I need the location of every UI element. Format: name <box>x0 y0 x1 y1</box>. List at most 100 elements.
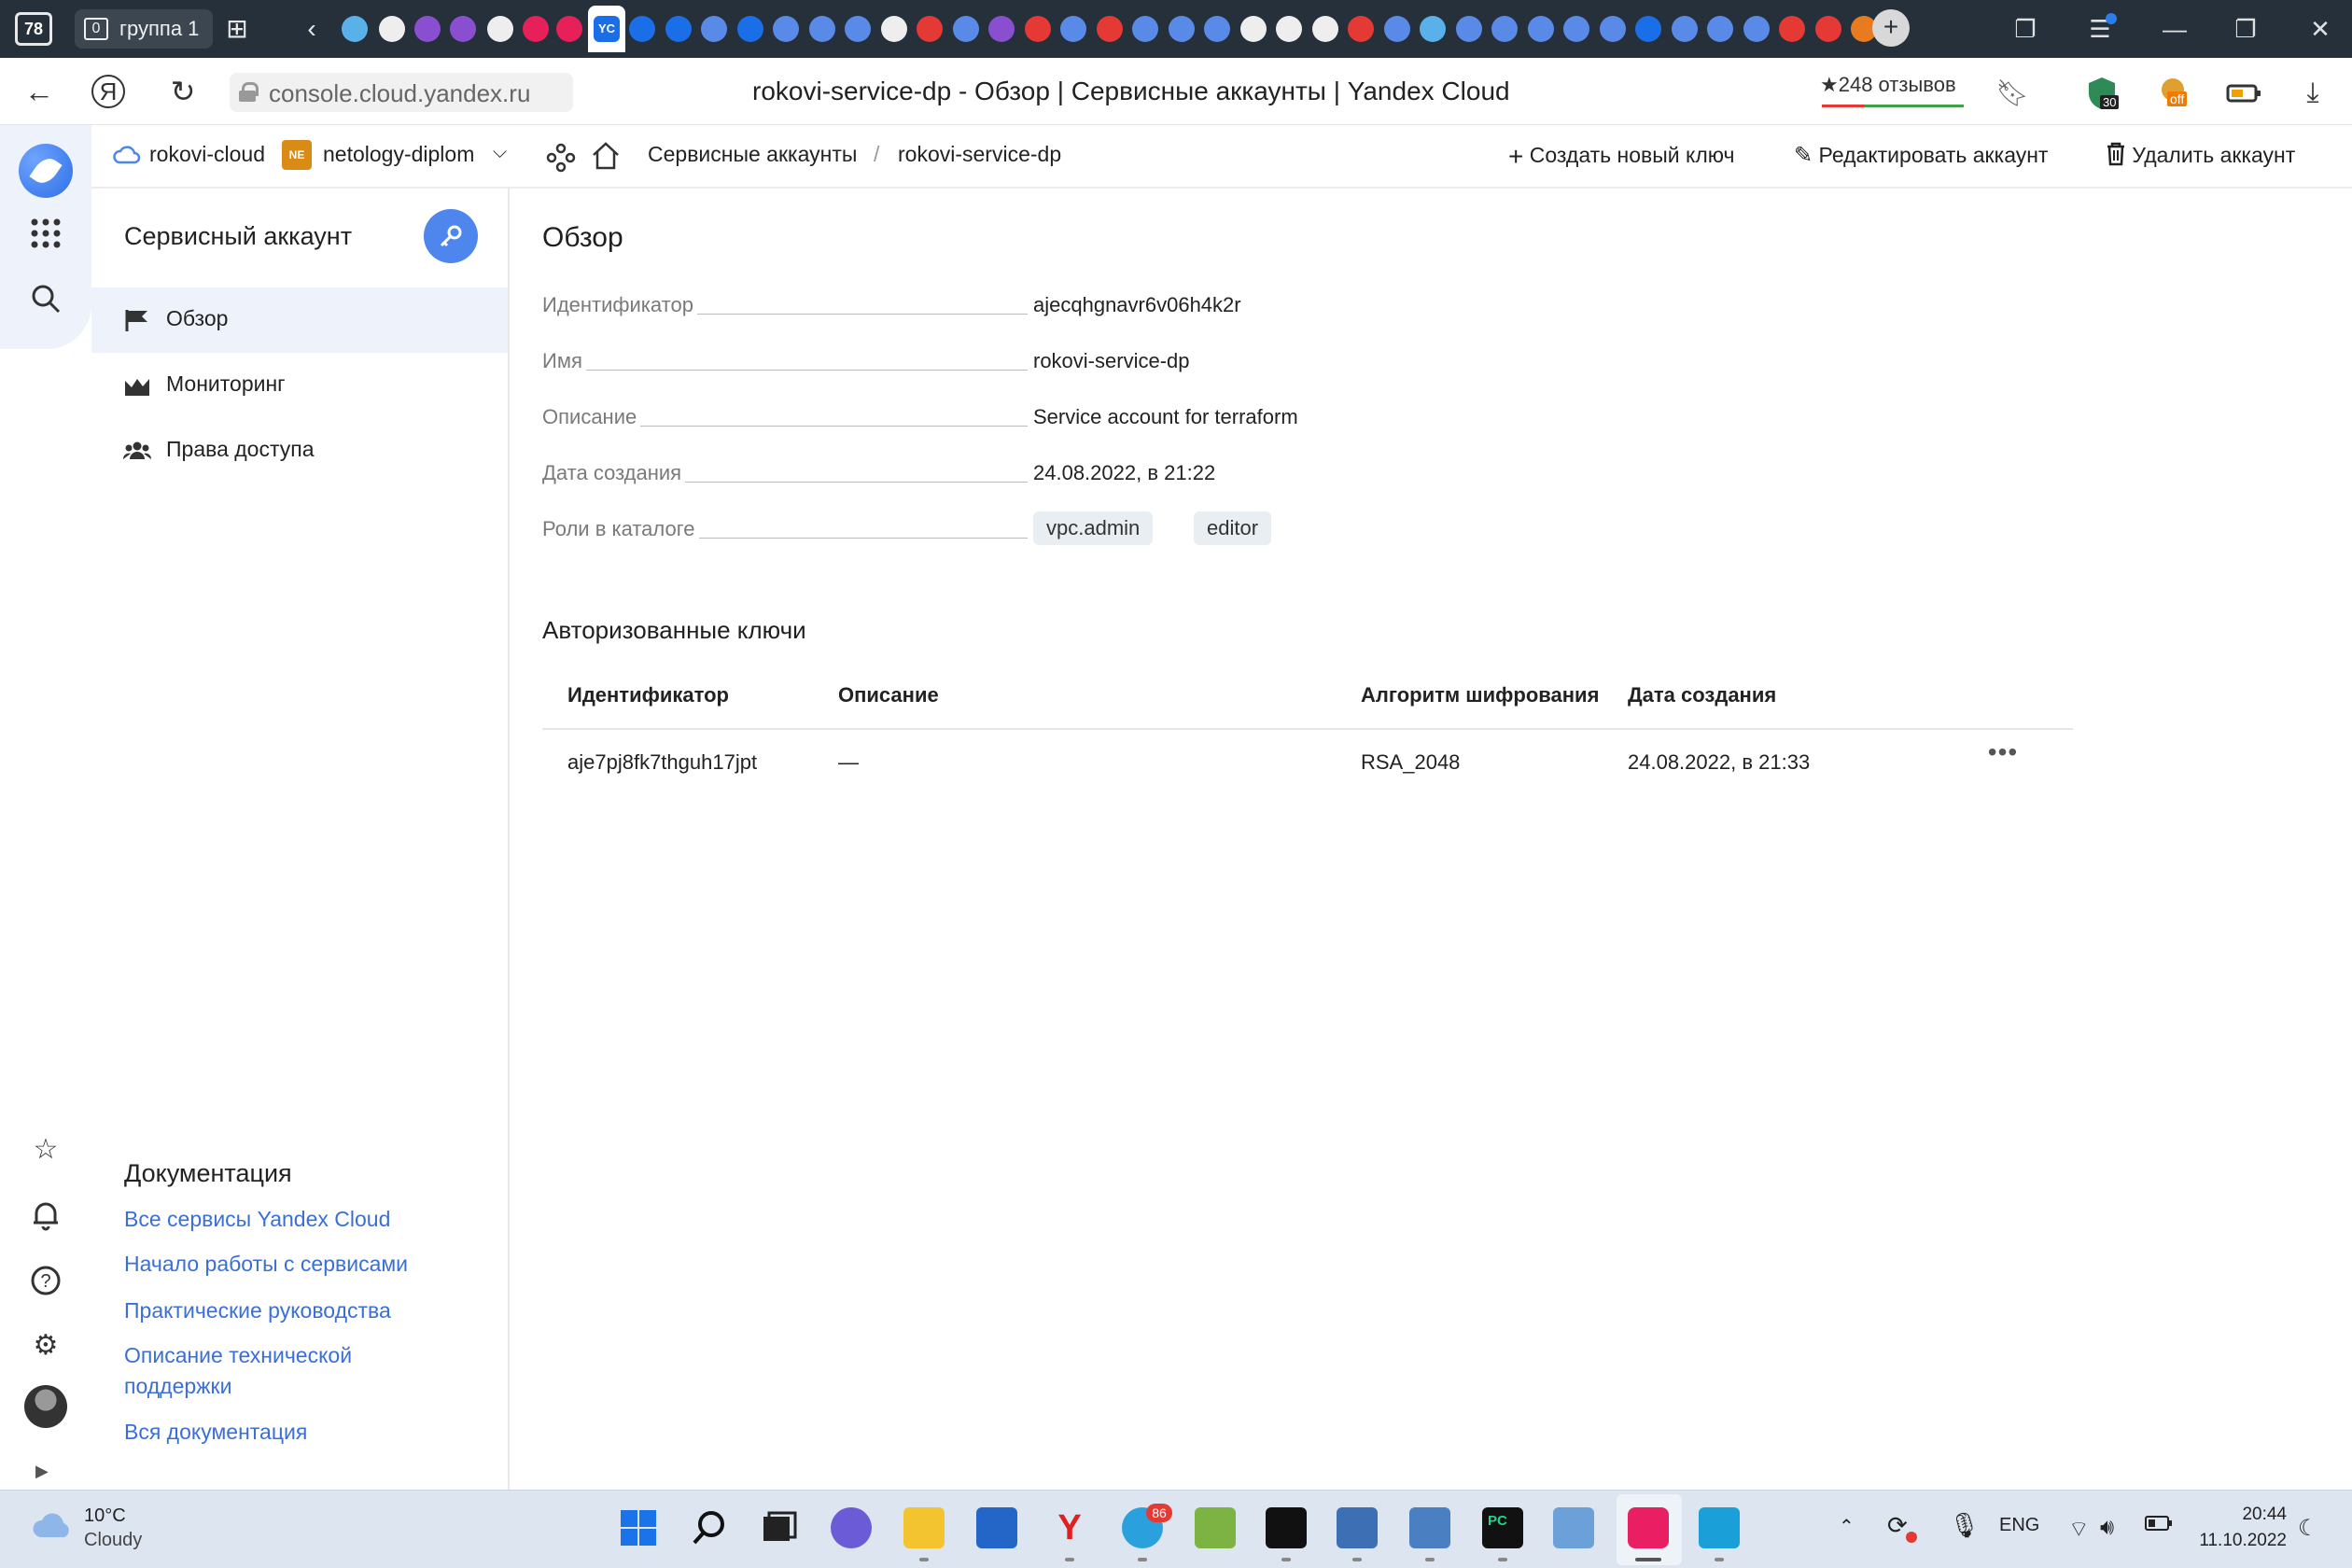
adblock-extension-icon[interactable]: 30 <box>2083 75 2121 112</box>
yandex-browser-icon[interactable]: Y <box>1049 1507 1090 1548</box>
tab-favicon-icon[interactable] <box>1671 16 1698 42</box>
browser-menu-icon[interactable]: ☰ <box>2072 9 2128 49</box>
active-tab[interactable]: YC <box>588 6 625 52</box>
download-icon[interactable]: ⤓ <box>2294 75 2331 112</box>
restore-icon[interactable]: ❐ <box>2218 9 2274 49</box>
tab-favicon-icon[interactable] <box>1563 16 1589 42</box>
chat-icon[interactable] <box>831 1507 872 1548</box>
user-avatar[interactable] <box>24 1385 67 1428</box>
virtualbox-icon[interactable] <box>1337 1507 1378 1548</box>
folder-selector[interactable]: netology-diplom <box>323 142 474 167</box>
scroll-tabs-left-icon[interactable]: ‹ <box>293 11 330 47</box>
pycharm-icon[interactable]: PC <box>1482 1507 1523 1548</box>
tab-favicon-icon[interactable] <box>450 16 476 42</box>
tab-favicon-icon[interactable] <box>808 16 835 42</box>
tab-favicon-icon[interactable] <box>917 16 943 42</box>
task-view-icon[interactable] <box>758 1507 799 1548</box>
favorites-star-icon[interactable]: ☆ <box>27 1131 64 1169</box>
reload-icon[interactable]: ↻ <box>162 71 203 112</box>
back-arrow-icon[interactable]: ← <box>19 71 60 112</box>
doc-link-tutorials[interactable]: Практические руководства <box>124 1295 423 1326</box>
reviews-button[interactable]: ★248 отзывов <box>1820 73 1964 107</box>
tab-favicon-icon[interactable] <box>523 16 549 42</box>
tab-favicon-icon[interactable] <box>665 16 692 42</box>
tab-favicon-icon[interactable] <box>845 16 871 42</box>
tab-favicon-icon[interactable] <box>1311 16 1338 42</box>
tab-favicon-icon[interactable] <box>1060 16 1086 42</box>
tab-favicon-icon[interactable] <box>1527 16 1554 42</box>
tab-favicon-icon[interactable] <box>342 16 368 42</box>
proxy-extension-icon[interactable]: off <box>2156 75 2193 112</box>
sidenav-item-access[interactable]: Права доступа <box>91 418 508 483</box>
breadcrumb-service-accounts[interactable]: Сервисные аккаунты <box>648 142 857 167</box>
new-tab-plus-icon[interactable]: + <box>1872 9 1910 47</box>
doc-link-all-services[interactable]: Все сервисы Yandex Cloud <box>124 1204 423 1235</box>
windows-start-icon[interactable] <box>618 1507 659 1548</box>
row-more-actions-icon[interactable]: ••• <box>1984 739 2022 771</box>
minimize-icon[interactable]: — <box>2147 9 2203 49</box>
tab-favicon-icon[interactable] <box>1132 16 1158 42</box>
yandex-logo-icon[interactable]: Я <box>91 75 125 108</box>
tab-favicon-icon[interactable] <box>1204 16 1230 42</box>
create-key-button[interactable]: + Создать новый ключ <box>1508 142 1735 172</box>
delete-account-button[interactable]: Удалить аккаунт <box>2106 142 2295 168</box>
tab-favicon-icon[interactable] <box>1814 16 1841 42</box>
file-explorer-icon[interactable] <box>903 1507 945 1548</box>
tab-favicon-icon[interactable] <box>773 16 799 42</box>
tab-favicon-icon[interactable] <box>1455 16 1482 42</box>
remote-desktop-icon[interactable] <box>1409 1507 1450 1548</box>
taskbar-search-icon[interactable] <box>689 1507 730 1548</box>
tab-count-button[interactable]: 78 <box>15 12 52 46</box>
tab-favicon-icon[interactable] <box>1491 16 1518 42</box>
tab-favicon-icon[interactable] <box>1276 16 1302 42</box>
wifi-icon[interactable]: ⌔ <box>2068 1515 2090 1543</box>
battery-icon[interactable] <box>2145 1515 2173 1537</box>
doc-link-support[interactable]: Описание технической поддержки <box>124 1340 385 1402</box>
doc-link-all-docs[interactable]: Вся документация <box>124 1417 423 1448</box>
tab-favicon-icon[interactable] <box>629 16 655 42</box>
resource-monitor-icon[interactable] <box>1553 1507 1594 1548</box>
sidenav-item-monitoring[interactable]: Мониторинг <box>91 353 508 418</box>
services-grid-icon[interactable] <box>27 215 64 252</box>
settings-gear-icon[interactable]: ⚙ <box>27 1327 64 1365</box>
tab-favicon-icon[interactable] <box>880 16 907 42</box>
volume-icon[interactable]: 🔊︎ <box>2100 1515 2114 1541</box>
tab-favicon-icon[interactable] <box>487 16 513 42</box>
tab-favicon-icon[interactable] <box>556 16 582 42</box>
tab-favicon-icon[interactable] <box>1348 16 1374 42</box>
bookmark-icon[interactable]: 🔖︎ <box>1994 75 2031 112</box>
sidenav-item-overview[interactable]: Обзор <box>91 287 508 353</box>
battery-extension-icon[interactable] <box>2225 75 2262 112</box>
edit-account-button[interactable]: ✎ Редактировать аккаунт <box>1794 142 2048 169</box>
tab-favicon-icon[interactable] <box>1635 16 1661 42</box>
weather-cloud-icon[interactable] <box>30 1509 77 1543</box>
tab-favicon-icon[interactable] <box>1743 16 1770 42</box>
tab-favicon-icon[interactable] <box>988 16 1015 42</box>
yandex-cloud-logo-icon[interactable] <box>19 144 73 198</box>
tab-favicon-icon[interactable] <box>414 16 441 42</box>
input-language[interactable]: ENG <box>1999 1515 2039 1536</box>
tab-favicon-icon[interactable] <box>1168 16 1195 42</box>
home-icon[interactable] <box>590 140 622 172</box>
microphone-icon[interactable]: 🎙︎ <box>1949 1511 1980 1540</box>
folder-chevron-down-icon[interactable]: ⌵ <box>493 142 507 163</box>
tab-favicon-icon[interactable] <box>1707 16 1733 42</box>
tab-favicon-icon[interactable] <box>701 16 727 42</box>
expand-rail-icon[interactable]: ▶ <box>35 1462 49 1481</box>
url-field[interactable]: console.cloud.yandex.ru <box>230 73 573 112</box>
collections-icon[interactable]: ❐ <box>1997 9 2053 49</box>
tab-favicon-icon[interactable] <box>1779 16 1805 42</box>
tray-overflow-chevron-icon[interactable]: ⌃ <box>1839 1515 1855 1538</box>
close-window-icon[interactable]: ✕ <box>2292 9 2348 49</box>
search-icon[interactable] <box>27 280 64 317</box>
tab-favicon-icon[interactable] <box>1383 16 1410 42</box>
notepad-icon[interactable] <box>1699 1507 1740 1548</box>
help-icon[interactable]: ? <box>27 1262 64 1299</box>
doc-link-getting-started[interactable]: Начало работы с сервисами <box>124 1249 423 1280</box>
snipping-tool-icon[interactable] <box>1628 1507 1669 1548</box>
tab-favicon-icon[interactable] <box>1239 16 1267 42</box>
notepad-plus-icon[interactable] <box>1195 1507 1236 1548</box>
terminal-icon[interactable] <box>1266 1507 1307 1548</box>
new-folder-icon[interactable]: ⊞ <box>218 11 256 47</box>
tab-favicon-icon[interactable] <box>952 16 979 42</box>
